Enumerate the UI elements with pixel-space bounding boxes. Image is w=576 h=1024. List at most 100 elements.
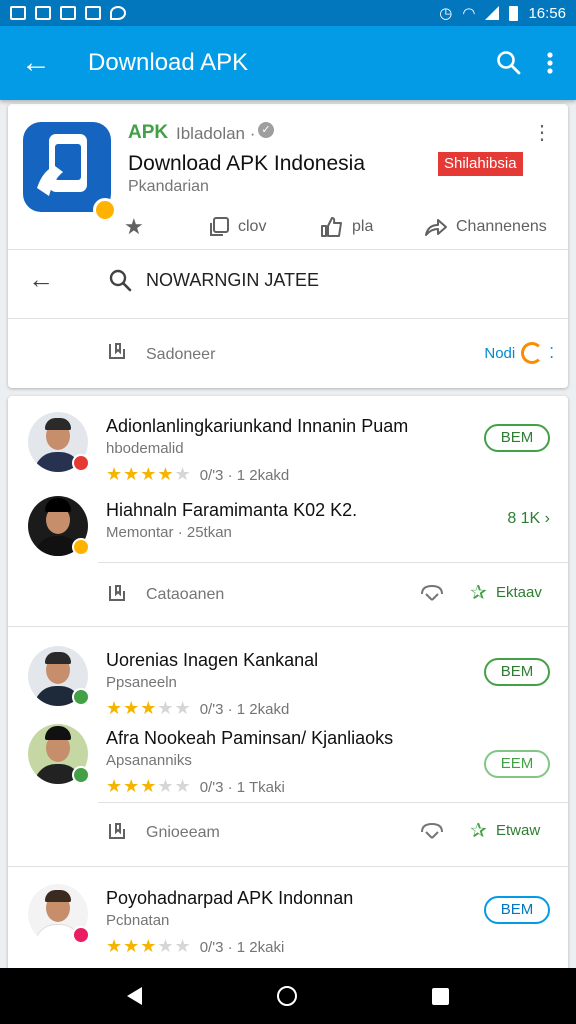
bookmark-icon[interactable] xyxy=(106,820,128,842)
action-row: ★ clov pla Channenens xyxy=(8,206,568,248)
divider xyxy=(8,626,568,627)
loading-icon xyxy=(521,342,544,364)
search-row: ← NOWARNGIN JATEE xyxy=(8,250,568,318)
rate-label[interactable]: Etwaw xyxy=(496,822,540,839)
app-list-card: Adionlanlingkariunkand Innanin Puam hbod… xyxy=(8,396,568,976)
share-button[interactable]: Channenens xyxy=(424,217,547,237)
bookmark-icon[interactable] xyxy=(106,340,128,362)
item-subtitle: hbodemalid xyxy=(106,440,184,457)
item-subtitle: Pcbnatan xyxy=(106,912,170,929)
divider xyxy=(8,318,568,319)
more-vert-icon[interactable]: ⋮ xyxy=(532,120,552,145)
star-icon: ★ xyxy=(124,214,144,239)
rating-text: 0/'3 · 1 2kaki xyxy=(199,939,285,956)
app-subtitle: Ibladolan · xyxy=(176,124,256,143)
item-title: Hiahnaln Faramimanta K02 K2. xyxy=(106,500,358,520)
notification-icons xyxy=(10,6,126,20)
star-rating: ★★★★★ 0/'3 · 1 2kakd xyxy=(106,464,290,484)
item-title: Poyohadnarpad APK Indonnan xyxy=(106,888,354,908)
app-bar: ← Download APK xyxy=(0,26,576,100)
app-icon[interactable] xyxy=(23,122,117,222)
copy-icon xyxy=(210,217,229,236)
avatar-badge-icon xyxy=(72,688,90,706)
app-detail-card: APK Ibladolan · ✓ ⋮ Download APK Indones… xyxy=(8,104,568,388)
item-title: Afra Nookeah Paminsan/ Kjanliaoks xyxy=(106,728,394,748)
install-button[interactable]: BEM xyxy=(484,896,550,924)
status-bar: ◷ ◠ 16:56 xyxy=(0,0,576,26)
save-row: Sadoneer Nodi ⁚ xyxy=(8,320,568,384)
verified-icon: ✓ xyxy=(258,122,274,138)
rating-text: 0/'3 · 1 2kakd xyxy=(199,467,290,484)
back-icon[interactable] xyxy=(127,987,143,1005)
share-label: Channenens xyxy=(456,218,547,235)
apk-badge: APK xyxy=(128,122,169,143)
search-query[interactable]: NOWARNGIN JATEE xyxy=(146,270,319,291)
share-icon[interactable] xyxy=(418,820,446,842)
star-add-icon[interactable]: ✰ xyxy=(470,818,487,843)
item-title: Adionlanlingkariunkand Innanin Puam xyxy=(106,416,409,436)
list-item[interactable]: Poyohadnarpad APK Indonnan Pcbnatan ★★★★… xyxy=(8,874,568,956)
share-icon xyxy=(425,219,447,236)
home-icon[interactable] xyxy=(276,986,297,1006)
install-button[interactable]: BEM xyxy=(484,424,550,452)
notification-icon xyxy=(85,6,101,20)
wifi-icon: ◠ xyxy=(462,5,476,22)
search-icon[interactable] xyxy=(496,50,522,76)
search-icon[interactable] xyxy=(108,268,132,292)
phone-hand-icon xyxy=(37,134,87,196)
list-item[interactable]: Adionlanlingkariunkand Innanin Puam hbod… xyxy=(8,402,568,484)
back-arrow-icon[interactable]: ← xyxy=(28,264,54,295)
install-button[interactable]: EEM xyxy=(484,750,550,778)
list-item[interactable]: Uorenias Inagen Kankanal Ppsaneeln ★★★★★… xyxy=(8,636,568,718)
item-actions-row: Cataoanen ✰ Ektaav xyxy=(8,564,568,624)
alarm-icon: ◷ xyxy=(439,5,453,22)
copy-label: clov xyxy=(238,218,267,235)
dots-icon: ⁚ xyxy=(549,345,554,362)
region-badge: Shilahibsia xyxy=(438,152,523,176)
favorite-button[interactable]: ★ xyxy=(124,214,144,240)
collection-label[interactable]: Gnioeeam xyxy=(146,824,220,842)
avatar-badge-icon xyxy=(72,538,90,556)
app-developer[interactable]: Pkandarian xyxy=(128,178,209,196)
bookmark-icon[interactable] xyxy=(106,582,128,604)
clock: 16:56 xyxy=(528,4,566,22)
item-subtitle: Ppsaneeln xyxy=(106,674,177,691)
back-arrow-icon[interactable]: ← xyxy=(0,46,72,80)
app-title: Download APK Indonesia xyxy=(128,152,365,175)
install-button[interactable]: BEM xyxy=(484,658,550,686)
recents-icon[interactable] xyxy=(431,987,449,1005)
avatar-badge-icon xyxy=(72,926,90,944)
like-button[interactable]: pla xyxy=(320,216,373,238)
save-label[interactable]: Sadoneer xyxy=(146,346,215,364)
avatar-badge-icon xyxy=(72,766,90,784)
page-title: Download APK xyxy=(88,49,249,76)
notification-icon xyxy=(60,6,76,20)
divider xyxy=(98,562,568,563)
item-actions-row: Gnioeeam ✰ Etwaw xyxy=(8,802,568,862)
notification-icon xyxy=(10,6,26,20)
signal-icon xyxy=(485,6,500,20)
thumb-up-icon xyxy=(321,217,342,237)
save-status-label: Nodi xyxy=(484,344,516,362)
item-subtitle: Apsananniks xyxy=(106,752,192,769)
star-rating: ★★★★★ 0/'3 · 1 2kaki xyxy=(106,936,285,956)
location-icon xyxy=(110,6,126,20)
more-vert-icon[interactable] xyxy=(546,51,554,75)
list-item[interactable]: Afra Nookeah Paminsan/ Kjanliaoks Apsana… xyxy=(8,714,568,796)
divider xyxy=(8,866,568,867)
download-count-link[interactable]: 8 1K › xyxy=(507,510,550,528)
collection-label[interactable]: Cataoanen xyxy=(146,586,224,604)
star-add-icon[interactable]: ✰ xyxy=(470,580,487,605)
save-status[interactable]: Nodi ⁚ xyxy=(484,342,554,364)
system-nav-bar xyxy=(0,968,576,1024)
star-rating: ★★★★★ 0/'3 · 1 Tkaki xyxy=(106,776,285,796)
list-item[interactable]: Hiahnaln Faramimanta K02 K2. Memontar · … xyxy=(8,486,568,566)
notification-icon xyxy=(35,6,51,20)
rating-text: 0/'3 · 1 Tkaki xyxy=(199,779,285,796)
item-subtitle: Memontar · 25tkan xyxy=(106,524,232,541)
copy-button[interactable]: clov xyxy=(208,216,266,238)
rate-label[interactable]: Ektaav xyxy=(496,584,542,601)
share-icon[interactable] xyxy=(418,582,446,604)
item-title: Uorenias Inagen Kankanal xyxy=(106,650,319,670)
avatar-badge-icon xyxy=(72,454,90,472)
